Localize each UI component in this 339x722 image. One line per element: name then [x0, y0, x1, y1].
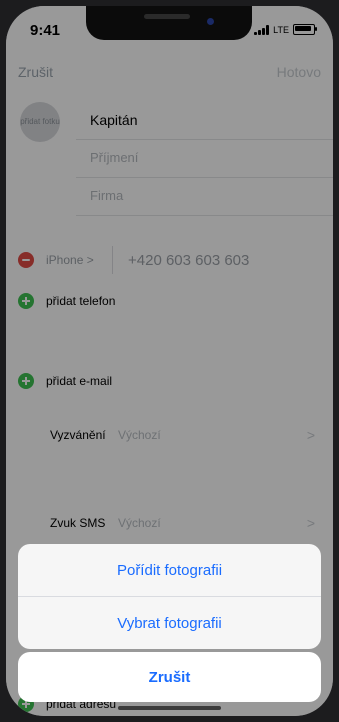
photo-action-sheet: Pořídit fotografii Vybrat fotografii [18, 544, 321, 649]
home-indicator [118, 706, 221, 710]
signal-icon [254, 24, 270, 35]
network-type: LTE [273, 24, 289, 35]
device-frame: 9:41 LTE Zrušit Hotovo přidat fotku Kapi… [0, 0, 339, 722]
status-bar: 9:41 LTE [6, 6, 333, 50]
battery-icon [293, 24, 317, 35]
screen: 9:41 LTE Zrušit Hotovo přidat fotku Kapi… [6, 6, 333, 716]
choose-photo-button[interactable]: Vybrat fotografii [18, 597, 321, 649]
status-indicators: LTE [254, 24, 317, 35]
take-photo-button[interactable]: Pořídit fotografii [18, 544, 321, 596]
status-time: 9:41 [30, 22, 61, 39]
sheet-cancel-button[interactable]: Zrušit [18, 652, 321, 702]
